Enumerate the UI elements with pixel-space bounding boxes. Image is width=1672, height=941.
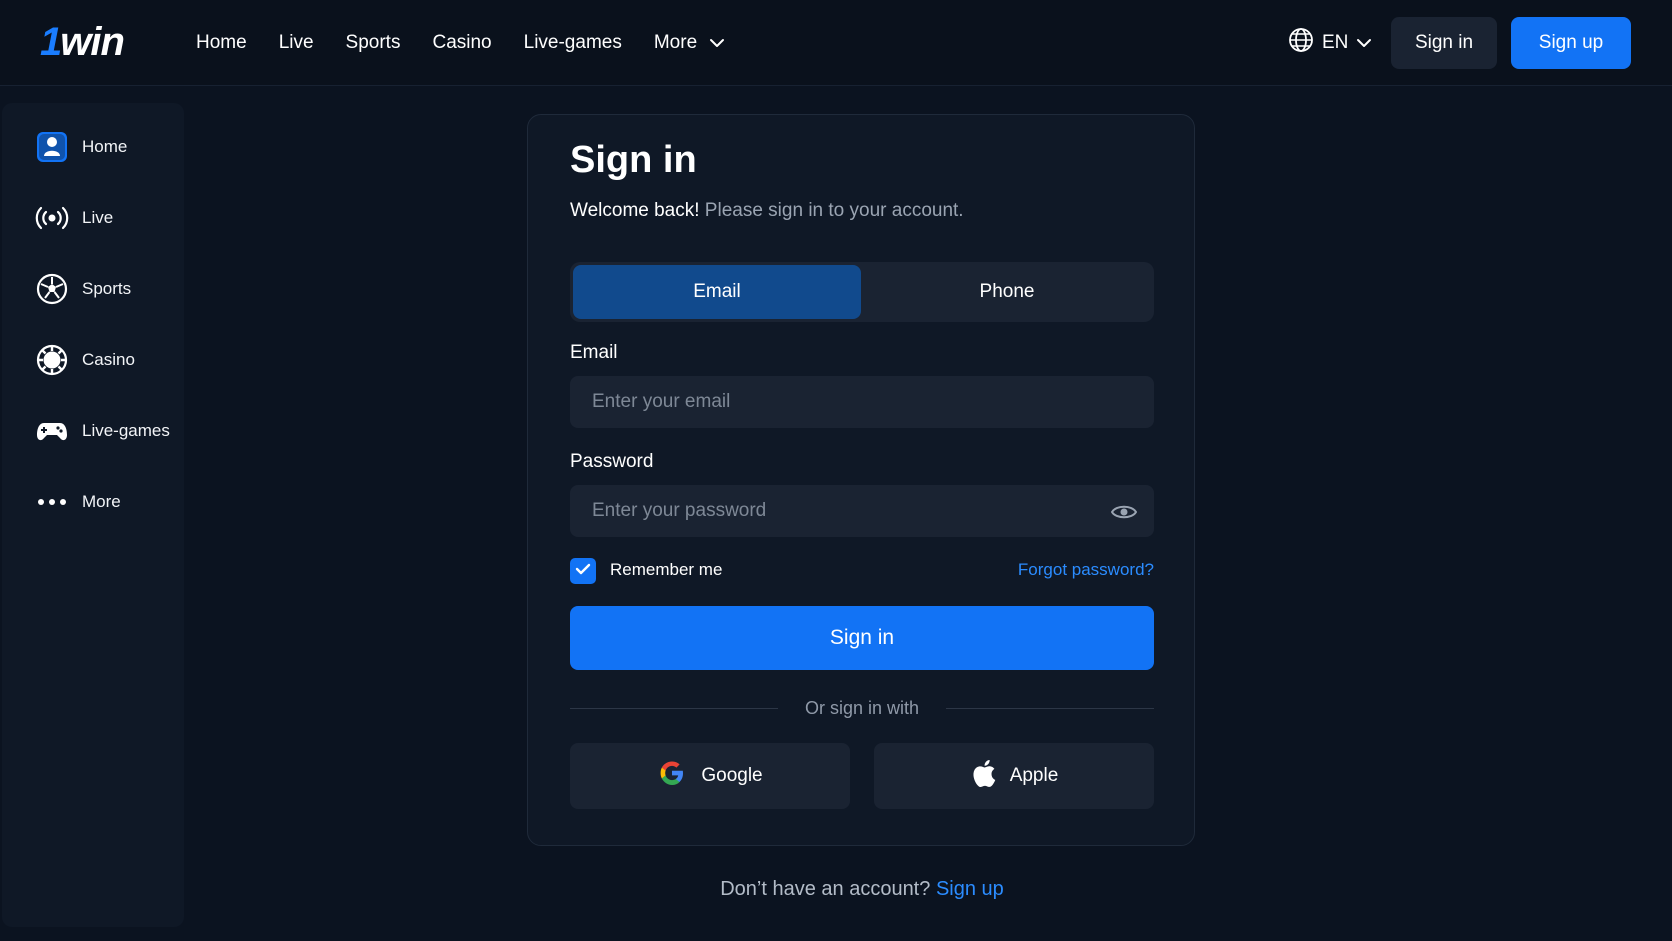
- nav-home[interactable]: Home: [196, 32, 247, 54]
- broadcast-icon: [35, 201, 69, 235]
- forgot-password-link[interactable]: Forgot password?: [1018, 560, 1154, 580]
- sidebar-item-label: Live-games: [82, 421, 170, 440]
- google-signin-button[interactable]: Google: [570, 743, 850, 809]
- more-dots-icon: [35, 485, 69, 519]
- main-nav: Home Live Sports Casino Live-games More: [196, 0, 757, 86]
- show-password-eye-icon[interactable]: [1110, 498, 1138, 526]
- signin-submit-button[interactable]: Sign in: [570, 606, 1154, 670]
- remember-me-checkbox[interactable]: [570, 558, 596, 584]
- logo[interactable]: 1 win: [40, 18, 125, 66]
- top-navbar: 1 win Home Live Sports Casino Live-games…: [0, 0, 1672, 86]
- signup-prompt-text: Don’t have an account?: [720, 878, 931, 900]
- login-method-tabs: Email Phone: [570, 262, 1154, 322]
- sidebar-item-label: Sports: [82, 279, 132, 298]
- chevron-down-icon: [1356, 32, 1372, 54]
- language-code: EN: [1322, 32, 1349, 53]
- nav-more-label: More: [653, 32, 698, 53]
- email-field[interactable]: [570, 376, 1154, 428]
- header-signup-button[interactable]: Sign up: [1511, 17, 1631, 69]
- home-icon: [35, 130, 69, 164]
- google-label: Google: [701, 765, 763, 786]
- logo-prefix: 1: [40, 19, 62, 64]
- sidebar-item-label: Home: [82, 137, 128, 156]
- soccer-ball-icon: [35, 272, 69, 306]
- sidebar-item-label: More: [82, 492, 121, 511]
- google-icon: [657, 758, 687, 794]
- signin-subtitle: Welcome back! Please sign in to your acc…: [570, 200, 964, 222]
- nav-sports[interactable]: Sports: [346, 32, 401, 54]
- remember-me-label[interactable]: Remember me: [610, 560, 722, 580]
- tab-email[interactable]: Email: [573, 265, 861, 319]
- language-selector[interactable]: EN: [1288, 26, 1372, 60]
- nav-live-games[interactable]: Live-games: [524, 32, 622, 54]
- tab-phone[interactable]: Phone: [863, 265, 1151, 319]
- casino-chip-icon: [35, 343, 69, 377]
- checkmark-icon: [575, 562, 591, 580]
- sidebar: Home Live Sports Casino Live-games More: [2, 103, 184, 927]
- subtitle-strong: Welcome back!: [570, 200, 700, 221]
- apple-icon: [970, 758, 996, 794]
- sidebar-item-more[interactable]: More: [2, 480, 184, 524]
- password-label: Password: [570, 451, 654, 472]
- signup-link[interactable]: Sign up: [936, 878, 1004, 900]
- apple-signin-button[interactable]: Apple: [874, 743, 1154, 809]
- signup-prompt: Don’t have an account? Sign up: [0, 878, 1672, 901]
- nav-casino[interactable]: Casino: [432, 32, 491, 54]
- sidebar-item-sports[interactable]: Sports: [2, 267, 184, 311]
- sidebar-item-casino[interactable]: Casino: [2, 338, 184, 382]
- sidebar-item-live[interactable]: Live: [2, 196, 184, 240]
- sidebar-item-live-games[interactable]: Live-games: [2, 409, 184, 453]
- password-field[interactable]: [570, 485, 1154, 537]
- divider-label: Or sign in with: [804, 698, 920, 718]
- subtitle-rest: Please sign in to your account.: [699, 200, 964, 221]
- globe-icon: [1288, 27, 1314, 59]
- nav-live[interactable]: Live: [279, 32, 314, 54]
- page-title: Sign in: [570, 139, 697, 181]
- sidebar-item-label: Live: [82, 208, 114, 227]
- sidebar-item-label: Casino: [82, 350, 135, 369]
- logo-suffix: win: [60, 19, 125, 64]
- chevron-down-icon: [709, 38, 725, 48]
- email-label: Email: [570, 342, 618, 363]
- sidebar-item-home[interactable]: Home: [2, 125, 184, 169]
- header-signin-button[interactable]: Sign in: [1391, 17, 1497, 69]
- nav-more[interactable]: More: [654, 32, 725, 54]
- gamepad-icon: [35, 414, 69, 448]
- apple-label: Apple: [1009, 765, 1059, 786]
- signin-card: Sign in Welcome back! Please sign in to …: [527, 114, 1195, 846]
